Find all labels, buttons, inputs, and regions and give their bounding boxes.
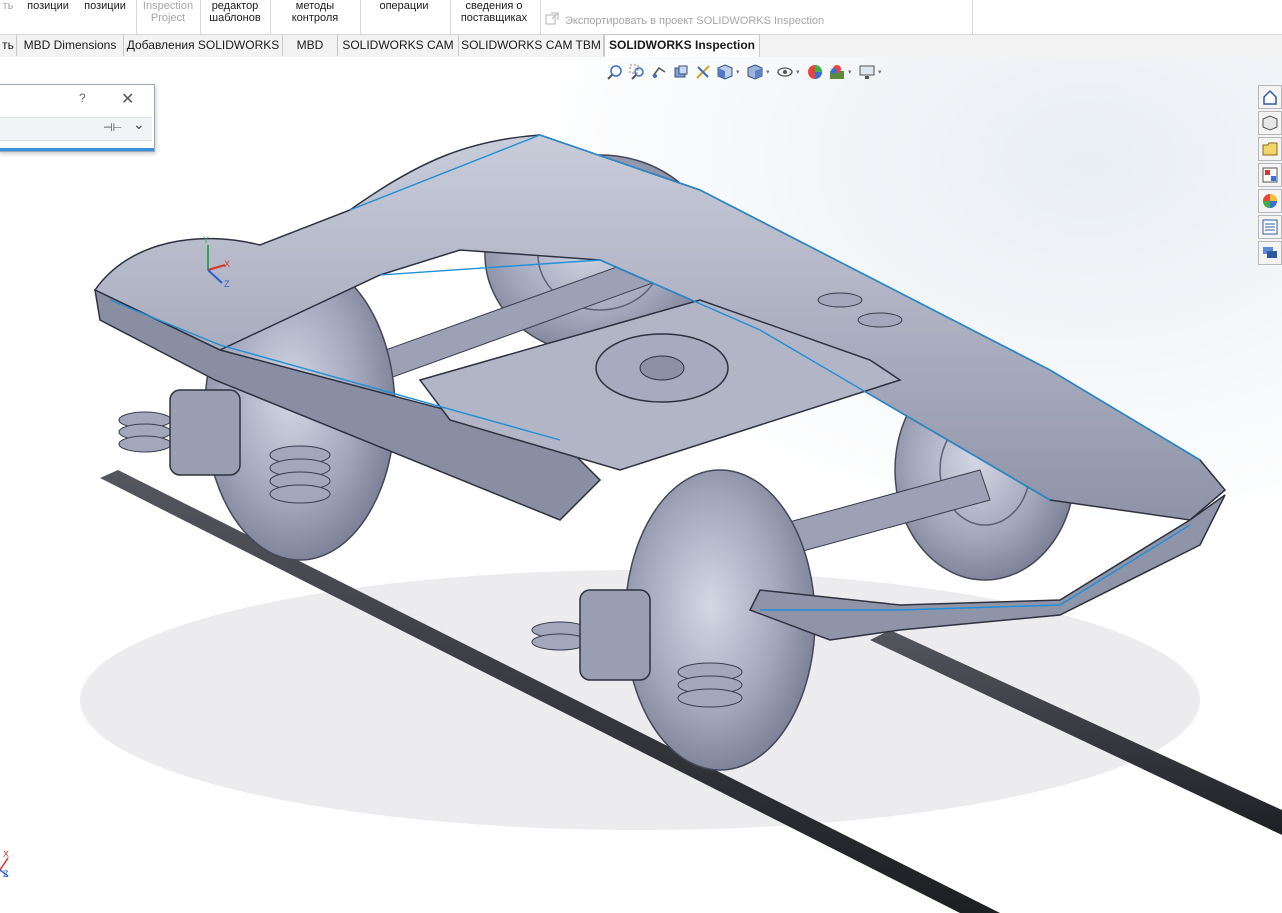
chevron-down-icon[interactable]: ▾ xyxy=(736,68,744,76)
chevron-down-icon[interactable]: ▾ xyxy=(766,68,774,76)
view-settings-icon[interactable] xyxy=(856,62,878,82)
ribbon-label: позиции xyxy=(27,0,69,12)
dialog-accent-bar xyxy=(0,148,154,151)
dialog-selection-field[interactable]: ⊣⊢ ⌄ xyxy=(0,116,152,141)
ribbon-label: шаблонов xyxy=(209,12,261,24)
axle-box-right xyxy=(579,589,651,681)
section-view-icon[interactable] xyxy=(670,62,692,82)
view-orientation-icon[interactable] xyxy=(714,62,736,82)
previous-view-icon[interactable] xyxy=(648,62,670,82)
command-manager-tabs: ть MBD Dimensions Добавления SOLIDWORKS … xyxy=(0,34,1282,59)
task-pane-tabs xyxy=(1258,85,1282,267)
ribbon-label: сведения о xyxy=(465,0,523,12)
tab-mbd[interactable]: MBD xyxy=(283,35,338,56)
zoom-to-area-icon[interactable] xyxy=(626,62,648,82)
ribbon-label: редактор xyxy=(211,0,259,12)
help-icon[interactable]: ? xyxy=(79,91,86,105)
tab-mbd-dimensions[interactable]: MBD Dimensions xyxy=(17,35,124,56)
pin-icon[interactable]: ⊣⊢ xyxy=(103,121,122,134)
triad-x-label: X xyxy=(224,259,231,269)
ribbon-divider xyxy=(450,0,451,34)
apply-scene-icon[interactable] xyxy=(826,62,848,82)
tab-prev[interactable]: ть xyxy=(0,35,17,56)
ribbon-label: позиции xyxy=(84,0,126,12)
forum-icon[interactable] xyxy=(1258,241,1282,265)
ribbon-label: Inspection xyxy=(142,0,194,12)
tab-solidworks-cam-tbm[interactable]: SOLIDWORKS CAM TBM xyxy=(459,35,604,56)
ribbon-divider xyxy=(136,0,137,34)
display-style-icon[interactable] xyxy=(744,62,766,82)
view-palette-icon[interactable] xyxy=(1258,163,1282,187)
edit-appearance-icon[interactable] xyxy=(804,62,826,82)
ref-x-label: X xyxy=(3,849,10,859)
graphics-area[interactable]: Y X Z X Z xyxy=(0,57,1282,913)
template-editor-button[interactable]: редактор шаблонов xyxy=(202,0,268,34)
ribbon-button-cut[interactable]: ть xyxy=(0,0,16,34)
chevron-down-icon[interactable]: ▾ xyxy=(878,68,886,76)
ref-z-label: Z xyxy=(3,869,9,879)
tab-solidworks-addins[interactable]: Добавления SOLIDWORKS xyxy=(124,35,283,56)
chevron-down-icon[interactable]: ▾ xyxy=(796,68,804,76)
dynamic-annotation-icon[interactable] xyxy=(692,62,714,82)
operations-button[interactable]: операции xyxy=(362,0,446,34)
tab-solidworks-inspection[interactable]: SOLIDWORKS Inspection xyxy=(604,34,760,59)
close-icon[interactable]: ✕ xyxy=(121,89,134,109)
inspection-methods-button[interactable]: методы контроля xyxy=(272,0,358,34)
floating-property-dialog: ? ✕ ⊣⊢ ⌄ xyxy=(0,84,155,152)
vendor-info-button[interactable]: сведения о поставщиках xyxy=(452,0,536,34)
dialog-title-bar[interactable]: ? ✕ xyxy=(0,85,154,115)
hide-show-items-icon[interactable] xyxy=(774,62,796,82)
ribbon-divider xyxy=(270,0,271,34)
ribbon-label: поставщиках xyxy=(460,12,528,24)
ribbon-divider xyxy=(360,0,361,34)
export-icon xyxy=(545,12,559,29)
inspection-project-button[interactable]: Inspection Project xyxy=(138,0,198,34)
ribbon-divider xyxy=(200,0,201,34)
ribbon-label: операции xyxy=(379,0,429,12)
zoom-to-fit-icon[interactable] xyxy=(604,62,626,82)
ribbon-divider xyxy=(972,0,973,34)
axle-box-left xyxy=(169,389,241,476)
appearances-icon[interactable] xyxy=(1258,189,1282,213)
chevron-down-icon[interactable]: ▾ xyxy=(848,68,856,76)
export-label: Экспортировать в проект SOLIDWORKS Inspe… xyxy=(565,14,825,27)
ribbon-label: ть xyxy=(2,0,14,12)
file-explorer-icon[interactable] xyxy=(1258,137,1282,161)
ribbon-button-positions-2[interactable]: позиции xyxy=(78,0,132,34)
bogie-3d-model xyxy=(0,57,1282,913)
ribbon-button-positions-1[interactable]: позиции xyxy=(20,0,76,34)
heads-up-view-toolbar: ▾ ▾ ▾ ▾ ▾ xyxy=(604,62,886,82)
custom-properties-icon[interactable] xyxy=(1258,215,1282,239)
ribbon-divider xyxy=(540,0,541,34)
triad-z-label: Z xyxy=(224,279,230,289)
triad-y-label: Y xyxy=(203,235,210,245)
tab-solidworks-cam[interactable]: SOLIDWORKS CAM xyxy=(338,35,459,56)
ribbon-label: Project xyxy=(150,12,186,24)
chevron-down-icon[interactable]: ⌄ xyxy=(133,116,145,133)
home-icon[interactable] xyxy=(1258,85,1282,109)
design-library-icon[interactable] xyxy=(1258,111,1282,135)
ribbon-label: контроля xyxy=(291,12,339,24)
export-to-inspection-project-button[interactable]: Экспортировать в проект SOLIDWORKS Inspe… xyxy=(545,12,824,29)
ribbon-label: методы xyxy=(295,0,335,12)
command-manager-ribbon: ть позиции позиции Inspection Project ре… xyxy=(0,0,1282,35)
